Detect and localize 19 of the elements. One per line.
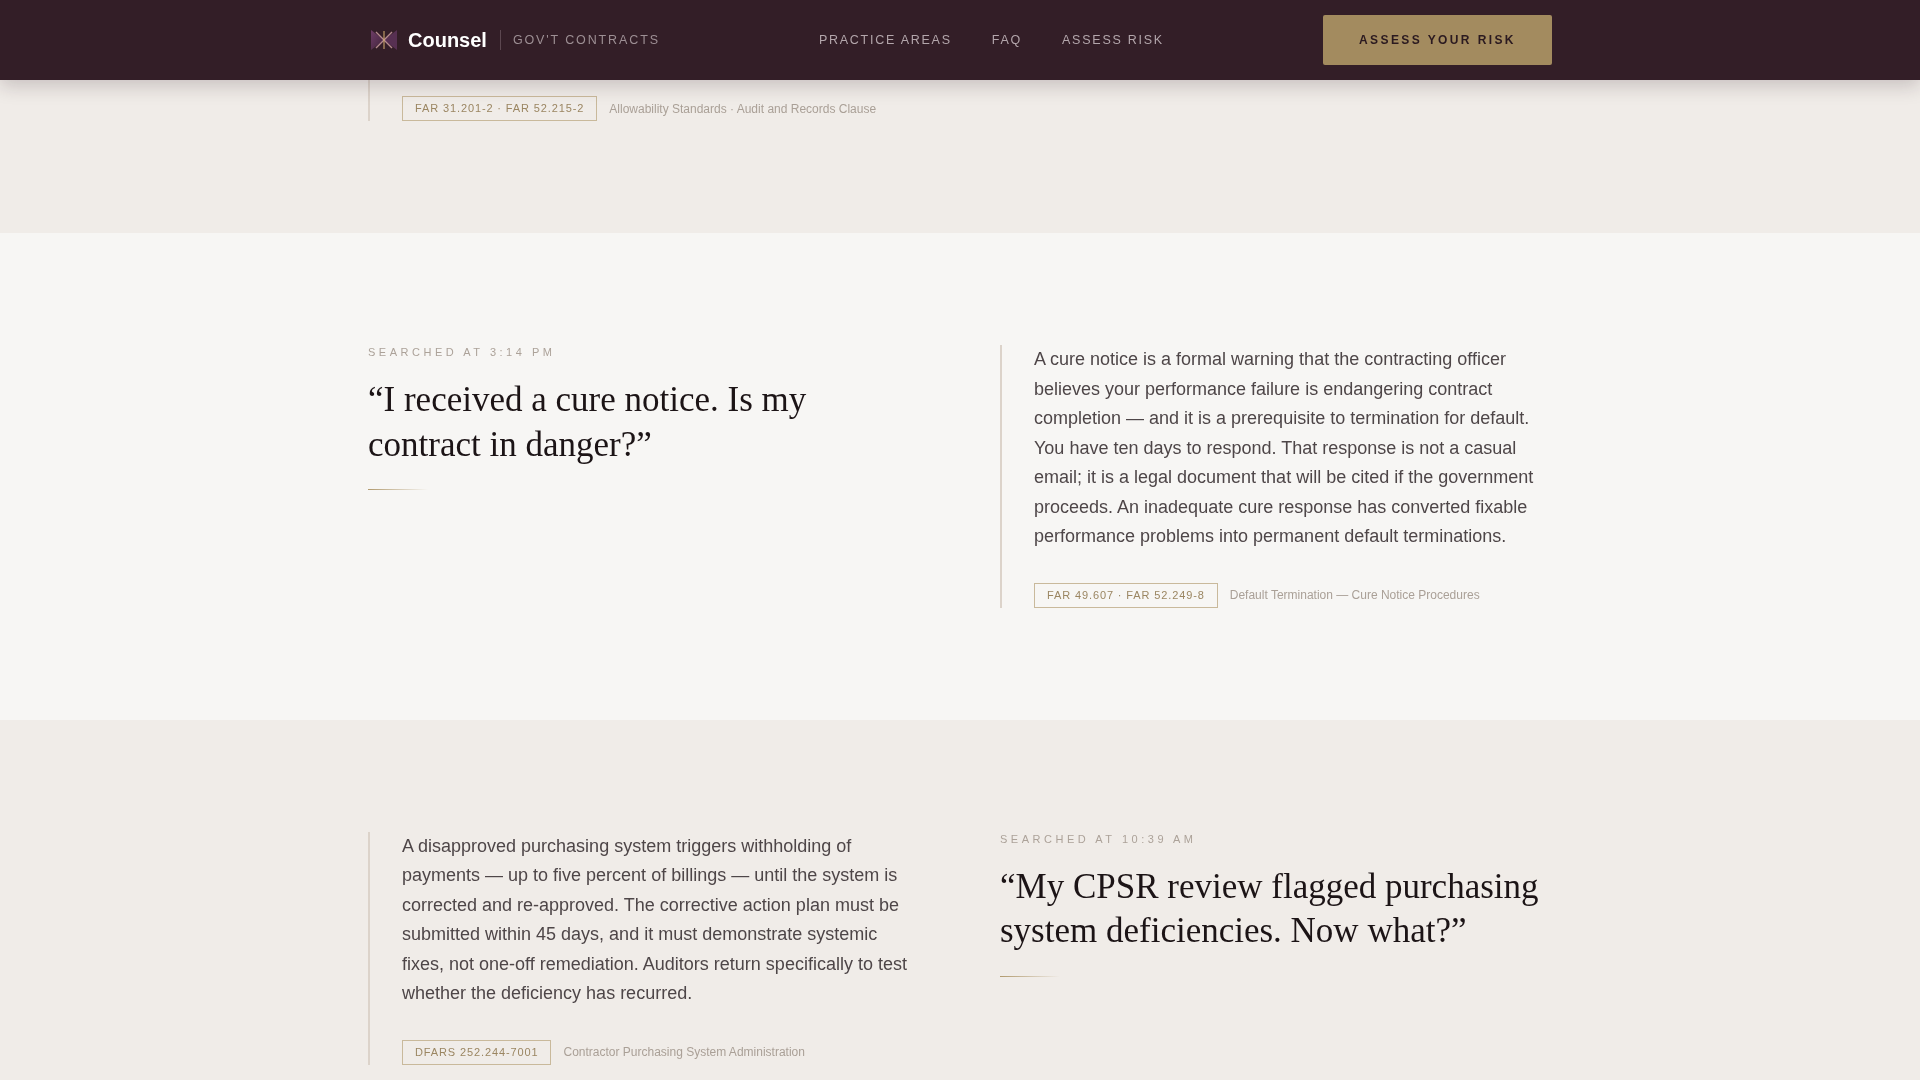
assess-risk-button[interactable]: ASSESS YOUR RISK bbox=[1323, 15, 1552, 65]
nav-link[interactable]: FAQ bbox=[991, 32, 1023, 48]
timestamp: SEARCHED AT 10:39 AM bbox=[1000, 831, 1197, 846]
question-heading: “My CPSR review flagged purchasing system deficiencies. Now what?” bbox=[1000, 865, 1540, 952]
answer-text: A cure notice is a formal warning that the contracting officer believes your performance failure is endangering contract completion — and it is a prerequisite to termination for default. You have ten days to respond. That response is not a casual email; it is a legal document that will be cited if the government proceeds. An inadequate cure response has converted fixable performance problems into permanent default terminations. bbox=[1034, 348, 1535, 548]
nav-link[interactable]: ASSESS RISK bbox=[1062, 32, 1164, 48]
citation-tag: FAR 31.201-2 · FAR 52.215-2 bbox=[402, 96, 598, 121]
citation-tag: FAR 49.607 · FAR 52.249-8 bbox=[1034, 582, 1218, 608]
topic-label: Default Termination — Cure Notice Procedures bbox=[1229, 587, 1480, 604]
citation-tag: DFARS 252.244-7001 bbox=[402, 1039, 552, 1065]
nav-link[interactable]: PRACTICE AREAS bbox=[818, 32, 952, 48]
question-heading: “I received a cure notice. Is my contract in danger?” bbox=[368, 379, 808, 466]
brand-name[interactable]: Counsel bbox=[408, 28, 487, 52]
timestamp: SEARCHED AT 3:14 PM bbox=[368, 345, 556, 359]
brand-tagline: GOV'T CONTRACTS bbox=[512, 32, 660, 48]
bowtie-icon bbox=[371, 29, 397, 51]
topic-label: Contractor Purchasing System Administration bbox=[563, 1044, 805, 1061]
topic-label: Allowability Standards · Audit and Records Clause bbox=[609, 100, 877, 118]
answer-text: A disapproved purchasing system triggers withholding of payments — up to five percent of billings — until the system is corrected and re-approved. The corrective action plan must be submitted within 45 days, and it must demonstrate systemic fixes, not one-off remediation. Auditors return specifically to test whether the deficiency has recurred. bbox=[402, 834, 908, 1005]
